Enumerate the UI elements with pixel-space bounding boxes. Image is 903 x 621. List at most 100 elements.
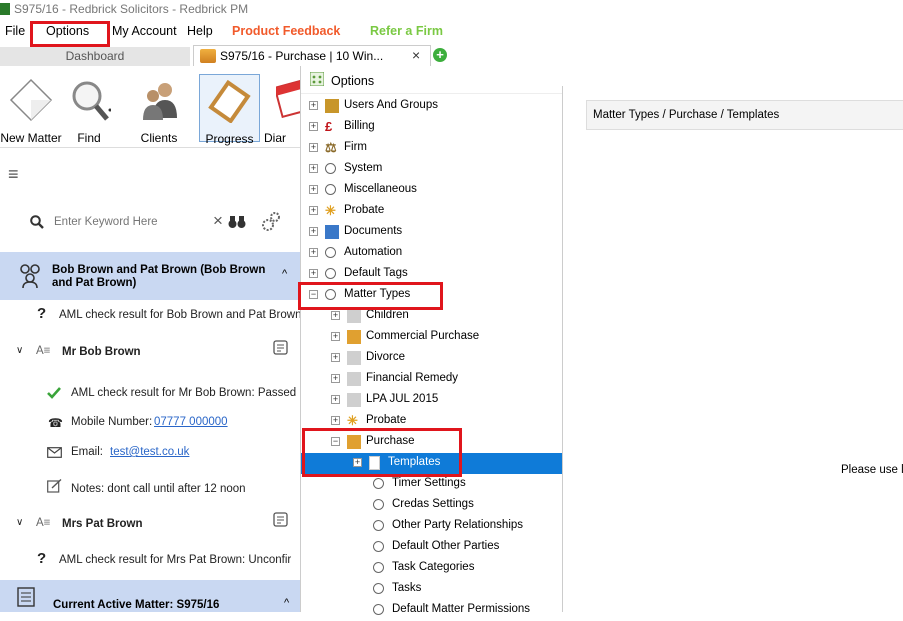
- chevron-down-icon[interactable]: ∨: [16, 345, 23, 356]
- binoculars-icon[interactable]: [228, 215, 246, 229]
- collapse-icon[interactable]: −: [309, 290, 318, 299]
- tree-item-commercial-purchase[interactable]: + Commercial Purchase: [301, 327, 563, 348]
- tree-item-label: Documents: [344, 225, 403, 237]
- group-icon: [20, 264, 40, 289]
- find-button[interactable]: Find: [66, 74, 112, 145]
- tree-item-task-categories[interactable]: Task Categories: [301, 558, 563, 579]
- expand-icon[interactable]: +: [309, 122, 318, 131]
- tree-item-firm[interactable]: + ⚖ Firm: [301, 138, 563, 159]
- expand-icon[interactable]: +: [331, 395, 340, 404]
- tree-item-label: Miscellaneous: [344, 183, 417, 195]
- hamburger-menu-icon[interactable]: ≡: [8, 164, 19, 185]
- expand-icon[interactable]: +: [309, 206, 318, 215]
- tree-item-miscellaneous[interactable]: + Miscellaneous: [301, 180, 563, 201]
- expand-icon[interactable]: +: [309, 185, 318, 194]
- menu-file[interactable]: File: [5, 24, 25, 38]
- settings-gears-icon[interactable]: [260, 211, 282, 233]
- expand-icon[interactable]: +: [309, 269, 318, 278]
- current-matter-header[interactable]: Current Active Matter: S975/16 ^: [0, 580, 300, 612]
- check-icon: [47, 387, 61, 399]
- aml-joint-text: AML check result for Bob Brown and Pat B…: [59, 309, 305, 321]
- new-matter-label: New Matter: [0, 131, 62, 145]
- new-matter-button[interactable]: New Matter: [0, 74, 62, 145]
- tree-item-system[interactable]: + System: [301, 159, 563, 180]
- radio-icon: [325, 184, 336, 195]
- tree-item-timer-settings[interactable]: Timer Settings: [301, 474, 563, 495]
- tree-item-automation[interactable]: + Automation: [301, 243, 563, 264]
- expand-icon[interactable]: +: [331, 353, 340, 362]
- progress-button[interactable]: Progress: [199, 74, 260, 146]
- radio-icon: [325, 247, 336, 258]
- tree-item-matter-types[interactable]: − Matter Types: [301, 285, 563, 306]
- tree-item-financial-remedy[interactable]: + Financial Remedy: [301, 369, 563, 390]
- expand-icon[interactable]: +: [309, 164, 318, 173]
- tree-item-default-tags[interactable]: + Default Tags: [301, 264, 563, 285]
- expand-icon[interactable]: +: [331, 416, 340, 425]
- menu-refer-firm[interactable]: Refer a Firm: [370, 24, 443, 38]
- mobile-number-link[interactable]: 07777 000000: [154, 416, 228, 428]
- collapse-icon[interactable]: ^: [284, 597, 289, 609]
- menu-help[interactable]: Help: [187, 24, 213, 38]
- tree-item-label: Purchase: [366, 435, 415, 447]
- tree-item-probate[interactable]: + ✳ Probate: [301, 411, 563, 432]
- breadcrumb: Matter Types / Purchase / Templates: [586, 100, 903, 130]
- tree-item-default-matter-permissions[interactable]: Default Matter Permissions: [301, 600, 563, 621]
- tree-item-tasks[interactable]: Tasks: [301, 579, 563, 600]
- tree-item-other-party-relationships[interactable]: Other Party Relationships: [301, 516, 563, 537]
- email-link[interactable]: test@test.co.uk: [110, 446, 189, 458]
- tree-item-credas-settings[interactable]: Credas Settings: [301, 495, 563, 516]
- client-header[interactable]: Bob Brown and Pat Brown (Bob Brown and P…: [0, 252, 300, 300]
- tab-matter[interactable]: S975/16 - Purchase | 10 Win... ×: [193, 45, 431, 66]
- notes-icon: [47, 479, 62, 493]
- expand-icon[interactable]: +: [309, 227, 318, 236]
- tree-item-purchase[interactable]: − Purchase: [301, 432, 563, 453]
- menu-options[interactable]: Options: [46, 24, 89, 38]
- collapse-icon[interactable]: −: [331, 437, 340, 446]
- chevron-down-icon[interactable]: ∨: [16, 517, 23, 528]
- expand-icon[interactable]: +: [309, 101, 318, 110]
- expand-icon[interactable]: +: [331, 332, 340, 341]
- clients-button[interactable]: Clients: [135, 74, 183, 145]
- radio-icon: [373, 583, 384, 594]
- person2-aml-text: AML check result for Mrs Pat Brown: Unco…: [59, 554, 292, 566]
- tree-item-billing[interactable]: + £ Billing: [301, 117, 563, 138]
- app-icon: [0, 3, 10, 15]
- tree-item-children[interactable]: + Children: [301, 306, 563, 327]
- tree-item-users-and-groups[interactable]: + Users And Groups: [301, 96, 563, 117]
- menu-my-account[interactable]: My Account: [112, 24, 177, 38]
- collapse-icon[interactable]: ^: [282, 268, 287, 280]
- tree-item-templates[interactable]: + Templates: [301, 453, 563, 474]
- tree-item-default-other-parties[interactable]: Default Other Parties: [301, 537, 563, 558]
- add-tab-icon[interactable]: +: [433, 48, 447, 62]
- tree-item-lpa-jul-2015[interactable]: + LPA JUL 2015: [301, 390, 563, 411]
- tree-item-probate[interactable]: + ✳ Probate: [301, 201, 563, 222]
- edit-note-icon[interactable]: [273, 512, 290, 529]
- tree-item-documents[interactable]: + Documents: [301, 222, 563, 243]
- tree-item-divorce[interactable]: + Divorce: [301, 348, 563, 369]
- tree-item-label: System: [344, 162, 383, 174]
- expand-icon[interactable]: +: [309, 143, 318, 152]
- radio-icon: [373, 541, 384, 552]
- person-list-icon: A≡: [36, 517, 51, 529]
- radio-icon: [373, 604, 384, 615]
- search-input[interactable]: [54, 212, 204, 232]
- radio-icon: [373, 499, 384, 510]
- tree-item-label: Users And Groups: [344, 99, 438, 111]
- expand-icon[interactable]: +: [353, 458, 362, 467]
- expand-icon[interactable]: +: [331, 311, 340, 320]
- expand-icon[interactable]: +: [331, 374, 340, 383]
- tree-item-label: Divorce: [366, 351, 405, 363]
- window-title: S975/16 - Redbrick Solicitors - Redbrick…: [14, 2, 249, 16]
- tree-item-label: Probate: [344, 204, 385, 216]
- menu-bar: File Options My Account Help Product Fee…: [0, 20, 903, 42]
- expand-icon[interactable]: +: [309, 248, 318, 257]
- clear-icon[interactable]: ×: [213, 211, 223, 231]
- menu-product-feedback[interactable]: Product Feedback: [232, 24, 340, 38]
- options-title: Options: [331, 74, 375, 88]
- tab-dashboard[interactable]: Dashboard: [0, 47, 190, 66]
- close-icon[interactable]: ×: [412, 47, 420, 63]
- edit-note-icon[interactable]: [273, 340, 290, 357]
- diary-button[interactable]: Diar: [262, 74, 300, 142]
- tree-item-label: Other Party Relationships: [392, 519, 524, 531]
- person-list-icon: A≡: [36, 345, 51, 357]
